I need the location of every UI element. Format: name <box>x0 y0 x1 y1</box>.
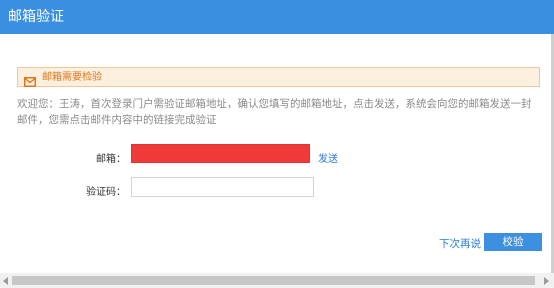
verify-button[interactable]: 校验 <box>484 233 542 251</box>
scrollbar-thumb[interactable] <box>12 276 535 285</box>
dialog-title: 邮箱验证 <box>8 9 64 25</box>
scroll-right-icon[interactable] <box>544 277 549 285</box>
later-link[interactable]: 下次再说 <box>439 236 481 251</box>
welcome-message: 欢迎您：王涛，首次登录门户需验证邮箱地址，确认您填写的邮箱地址，点击发送，系统会… <box>17 98 532 126</box>
send-link[interactable]: 发送 <box>318 150 338 165</box>
notice-text: 邮箱需要检验 <box>42 72 102 83</box>
scroll-left-icon[interactable] <box>3 277 8 285</box>
verification-code-label: 验证码： <box>86 187 126 198</box>
notice-banner: 邮箱需要检验 <box>17 67 540 87</box>
envelope-icon <box>24 72 36 91</box>
horizontal-scrollbar[interactable] <box>0 273 554 288</box>
email-field[interactable] <box>131 144 310 163</box>
email-label: 邮箱： <box>96 154 126 165</box>
dialog-titlebar: 邮箱验证 <box>0 0 554 34</box>
verification-code-input[interactable] <box>131 177 314 197</box>
